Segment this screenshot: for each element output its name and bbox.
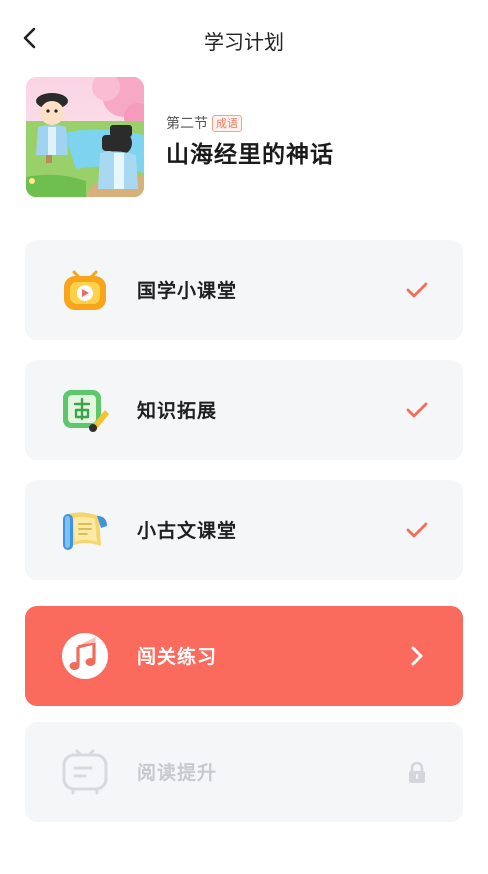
header: 学习计划	[0, 0, 488, 78]
step-card-challenge-practice[interactable]: 闯关练习	[25, 606, 463, 706]
check-icon	[405, 518, 429, 542]
step-label: 小古文课堂	[137, 520, 238, 542]
ancient-board-icon	[61, 386, 109, 434]
step-card-reading-improvement[interactable]: 阅读提升	[25, 722, 463, 822]
step-label: 国学小课堂	[137, 280, 238, 302]
step-label: 阅读提升	[137, 762, 218, 784]
lesson-tag-badge: 成语	[212, 114, 242, 132]
lesson-title: 山海经里的神话	[166, 142, 334, 168]
step-card-guoxue-class[interactable]: 国学小课堂	[25, 240, 463, 340]
scroll-icon	[61, 506, 109, 554]
page-title: 学习计划	[204, 30, 284, 54]
reading-book-icon	[61, 748, 109, 796]
step-label: 知识拓展	[137, 400, 218, 422]
lock-icon	[405, 760, 429, 784]
lesson-illustration	[26, 77, 144, 197]
check-icon	[405, 278, 429, 302]
step-card-classical-chinese[interactable]: 小古文课堂	[25, 480, 463, 580]
music-note-icon	[61, 632, 109, 680]
step-label: 闯关练习	[137, 646, 218, 668]
check-icon	[405, 398, 429, 422]
lesson-section: 第二节	[166, 116, 208, 132]
step-card-knowledge-expansion[interactable]: 知识拓展	[25, 360, 463, 460]
lesson-thumbnail[interactable]	[26, 77, 144, 197]
chevron-right-icon	[405, 644, 429, 668]
lesson-meta: 第二节 成语	[166, 113, 242, 133]
lesson-header: 第二节 成语 山海经里的神话	[26, 77, 466, 197]
tv-play-icon	[61, 266, 109, 314]
